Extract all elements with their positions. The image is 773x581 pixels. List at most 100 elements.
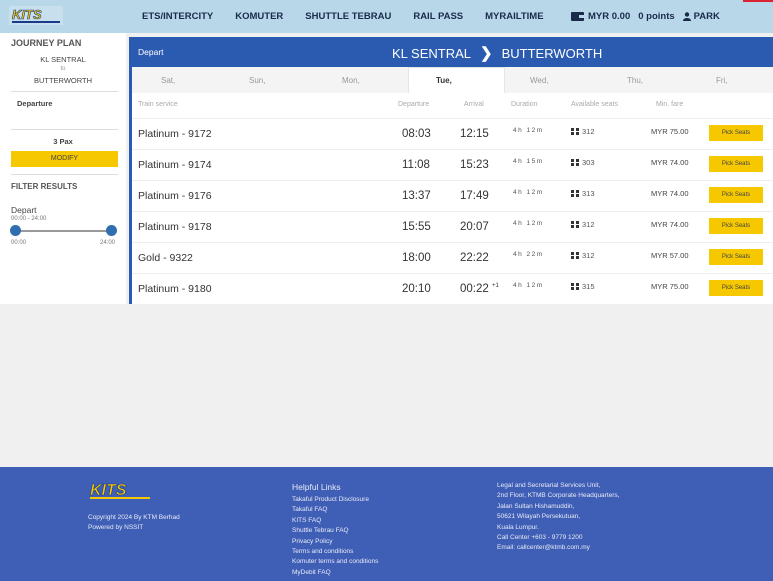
helpful-links-title: Helpful Links bbox=[292, 482, 341, 492]
seat-grid-icon bbox=[571, 221, 579, 228]
min-fare: MYR 75.00 bbox=[651, 282, 689, 291]
link-privacy-policy[interactable]: Privacy Policy bbox=[292, 537, 378, 547]
contact-line: Kuala Lumpur. bbox=[497, 523, 539, 531]
contact-email[interactable]: Email: callcenter@ktmb.com.my bbox=[497, 543, 619, 553]
pick-seats-button[interactable]: Pick Seats bbox=[709, 125, 763, 141]
nav-rail-pass[interactable]: RAIL PASS bbox=[413, 11, 463, 22]
slider-max-label: 24:00 bbox=[100, 240, 116, 246]
col-train-service: Train service bbox=[138, 101, 178, 108]
nav-shuttle-tebrau[interactable]: SHUTTLE TEBRAU bbox=[305, 11, 391, 22]
contact-line: 50621 Wilayah Persekutuan, bbox=[497, 513, 581, 521]
contact-info: Legal and Secretarial Services Unit, 2nd… bbox=[497, 481, 619, 554]
link-shuttle-tebrau-faq[interactable]: Shuttle Tebrau FAQ bbox=[292, 526, 378, 536]
slider-max-handle[interactable] bbox=[106, 225, 117, 236]
kits-logo[interactable]: KITS bbox=[9, 6, 63, 25]
day-tab-mon[interactable]: Mon, bbox=[342, 76, 360, 85]
helpful-links: Helpful Links Takaful Product Disclosure… bbox=[292, 482, 378, 578]
day-tab-tue[interactable]: Tue, bbox=[436, 76, 452, 85]
link-takaful-disclosure[interactable]: Takaful Product Disclosure bbox=[292, 495, 378, 505]
depart-filter-label: Depart bbox=[11, 205, 37, 215]
pick-seats-button[interactable]: Pick Seats bbox=[709, 218, 763, 234]
train-row: Platinum - 9176 13:37 17:49 4h 12m 313 MYR 7… bbox=[132, 180, 773, 211]
link-kits-faq[interactable]: KITS FAQ bbox=[292, 516, 378, 526]
seat-count: 315 bbox=[582, 282, 595, 291]
slider-min-label: 00:00 bbox=[11, 240, 27, 246]
seat-count: 312 bbox=[582, 220, 595, 229]
day-tab-fri[interactable]: Fri, bbox=[716, 76, 728, 85]
points-balance[interactable]: 0 points bbox=[638, 11, 674, 22]
duration: 4h 12m bbox=[513, 282, 544, 289]
main-menu: ETS/INTERCITY KOMUTER SHUTTLE TEBRAU RAI… bbox=[142, 0, 566, 33]
journey-plan-sidebar: JOURNEY PLAN KL SENTRAL to BUTTERWORTH D… bbox=[0, 33, 126, 304]
slider-min-handle[interactable] bbox=[10, 225, 21, 236]
seat-grid-icon bbox=[571, 252, 579, 259]
train-results-panel: Depart KL SENTRAL ❯ BUTTERWORTH Sat, Sun… bbox=[129, 37, 773, 304]
pick-seats-button[interactable]: Pick Seats bbox=[709, 249, 763, 265]
wallet-icon bbox=[571, 12, 584, 21]
arrival-time-value: 15:23 bbox=[460, 159, 489, 171]
powered-by-text: Powered by NSSIT bbox=[88, 524, 144, 531]
link-takaful-faq[interactable]: Takaful FAQ bbox=[292, 505, 378, 515]
seat-grid-icon bbox=[571, 159, 579, 166]
wallet-balance[interactable]: MYR 0.00 bbox=[571, 11, 630, 22]
min-fare: MYR 74.00 bbox=[651, 189, 689, 198]
col-arrival: Arrival bbox=[464, 101, 484, 108]
journey-plan-title: JOURNEY PLAN bbox=[11, 38, 82, 48]
train-row: Platinum - 9174 11:08 15:23 4h 15m 303 MYR 7… bbox=[132, 149, 773, 180]
contact-phone: Call Center +603 - 9779 1200 bbox=[497, 534, 583, 542]
nav-ets-intercity[interactable]: ETS/INTERCITY bbox=[142, 11, 213, 22]
departure-time: 13:37 bbox=[402, 190, 431, 202]
available-seats: 303 bbox=[571, 158, 595, 167]
link-komuter-terms[interactable]: Komuter terms and conditions bbox=[292, 557, 378, 567]
filter-results-title: FILTER RESULTS bbox=[11, 182, 78, 191]
arrival-time-value: 20:07 bbox=[460, 221, 489, 233]
user-menu[interactable]: PARK bbox=[682, 11, 720, 22]
available-seats: 312 bbox=[571, 127, 595, 136]
svg-text:KITS: KITS bbox=[12, 7, 42, 22]
link-terms[interactable]: Terms and conditions bbox=[292, 547, 378, 557]
available-seats: 313 bbox=[571, 189, 595, 198]
selected-day-highlight bbox=[408, 67, 505, 93]
arrival-time: 15:23 bbox=[460, 159, 489, 171]
route-header: Depart KL SENTRAL ❯ BUTTERWORTH bbox=[132, 37, 773, 67]
seat-grid-icon bbox=[571, 283, 579, 290]
pick-seats-button[interactable]: Pick Seats bbox=[709, 156, 763, 172]
copyright-text: Copyright 2024 By KTM Berhad bbox=[88, 514, 180, 521]
user-icon bbox=[682, 12, 691, 21]
train-row: Platinum - 9178 15:55 20:07 4h 12m 312 MYR 7… bbox=[132, 211, 773, 242]
seat-count: 312 bbox=[582, 127, 595, 136]
top-accent bbox=[743, 0, 773, 2]
footer-copyright: Copyright 2024 By KTM Berhad Powered by … bbox=[88, 513, 180, 533]
seat-count: 312 bbox=[582, 251, 595, 260]
arrival-time: 12:15 bbox=[460, 128, 489, 140]
departure-time: 11:08 bbox=[402, 159, 430, 171]
day-tab-sun[interactable]: Sun, bbox=[249, 76, 265, 85]
contact-line: Legal and Secretarial Services Unit, bbox=[497, 482, 601, 489]
col-duration: Duration bbox=[511, 101, 538, 108]
nav-komuter[interactable]: KOMUTER bbox=[235, 11, 283, 22]
depart-direction-label: Depart bbox=[138, 47, 164, 57]
day-tab-sat[interactable]: Sat, bbox=[161, 76, 175, 85]
duration: 4h 22m bbox=[513, 251, 544, 258]
seat-count: 313 bbox=[582, 189, 595, 198]
train-row: Platinum - 9180 20:10 00:22 +1 4h 12m 315 MYR… bbox=[132, 273, 773, 304]
train-row: Gold - 9322 18:00 22:22 4h 22m 312 MYR 57.00… bbox=[132, 242, 773, 273]
departure-label: Departure bbox=[17, 99, 53, 108]
kits-footer-logo: KITS bbox=[90, 482, 150, 499]
nav-myrailtime[interactable]: MYRAILTIME bbox=[485, 11, 543, 22]
user-name: PARK bbox=[693, 11, 720, 22]
min-fare: MYR 74.00 bbox=[651, 158, 689, 167]
pick-seats-button[interactable]: Pick Seats bbox=[709, 280, 763, 296]
departure-time: 08:03 bbox=[402, 128, 431, 140]
arrival-time-value: 00:22 bbox=[460, 283, 489, 295]
modify-button[interactable]: MODIFY bbox=[11, 151, 118, 167]
arrival-time: 20:07 bbox=[460, 221, 489, 233]
route-destination: BUTTERWORTH bbox=[501, 45, 603, 61]
journey-origin: KL SENTRAL bbox=[40, 55, 86, 64]
svg-text:KITS: KITS bbox=[90, 482, 127, 499]
link-mydebit-faq[interactable]: MyDebit FAQ bbox=[292, 568, 378, 578]
pick-seats-button[interactable]: Pick Seats bbox=[709, 187, 763, 203]
day-tab-wed[interactable]: Wed, bbox=[530, 76, 549, 85]
depart-time-slider[interactable] bbox=[16, 230, 112, 232]
day-tab-thu[interactable]: Thu, bbox=[627, 76, 643, 85]
